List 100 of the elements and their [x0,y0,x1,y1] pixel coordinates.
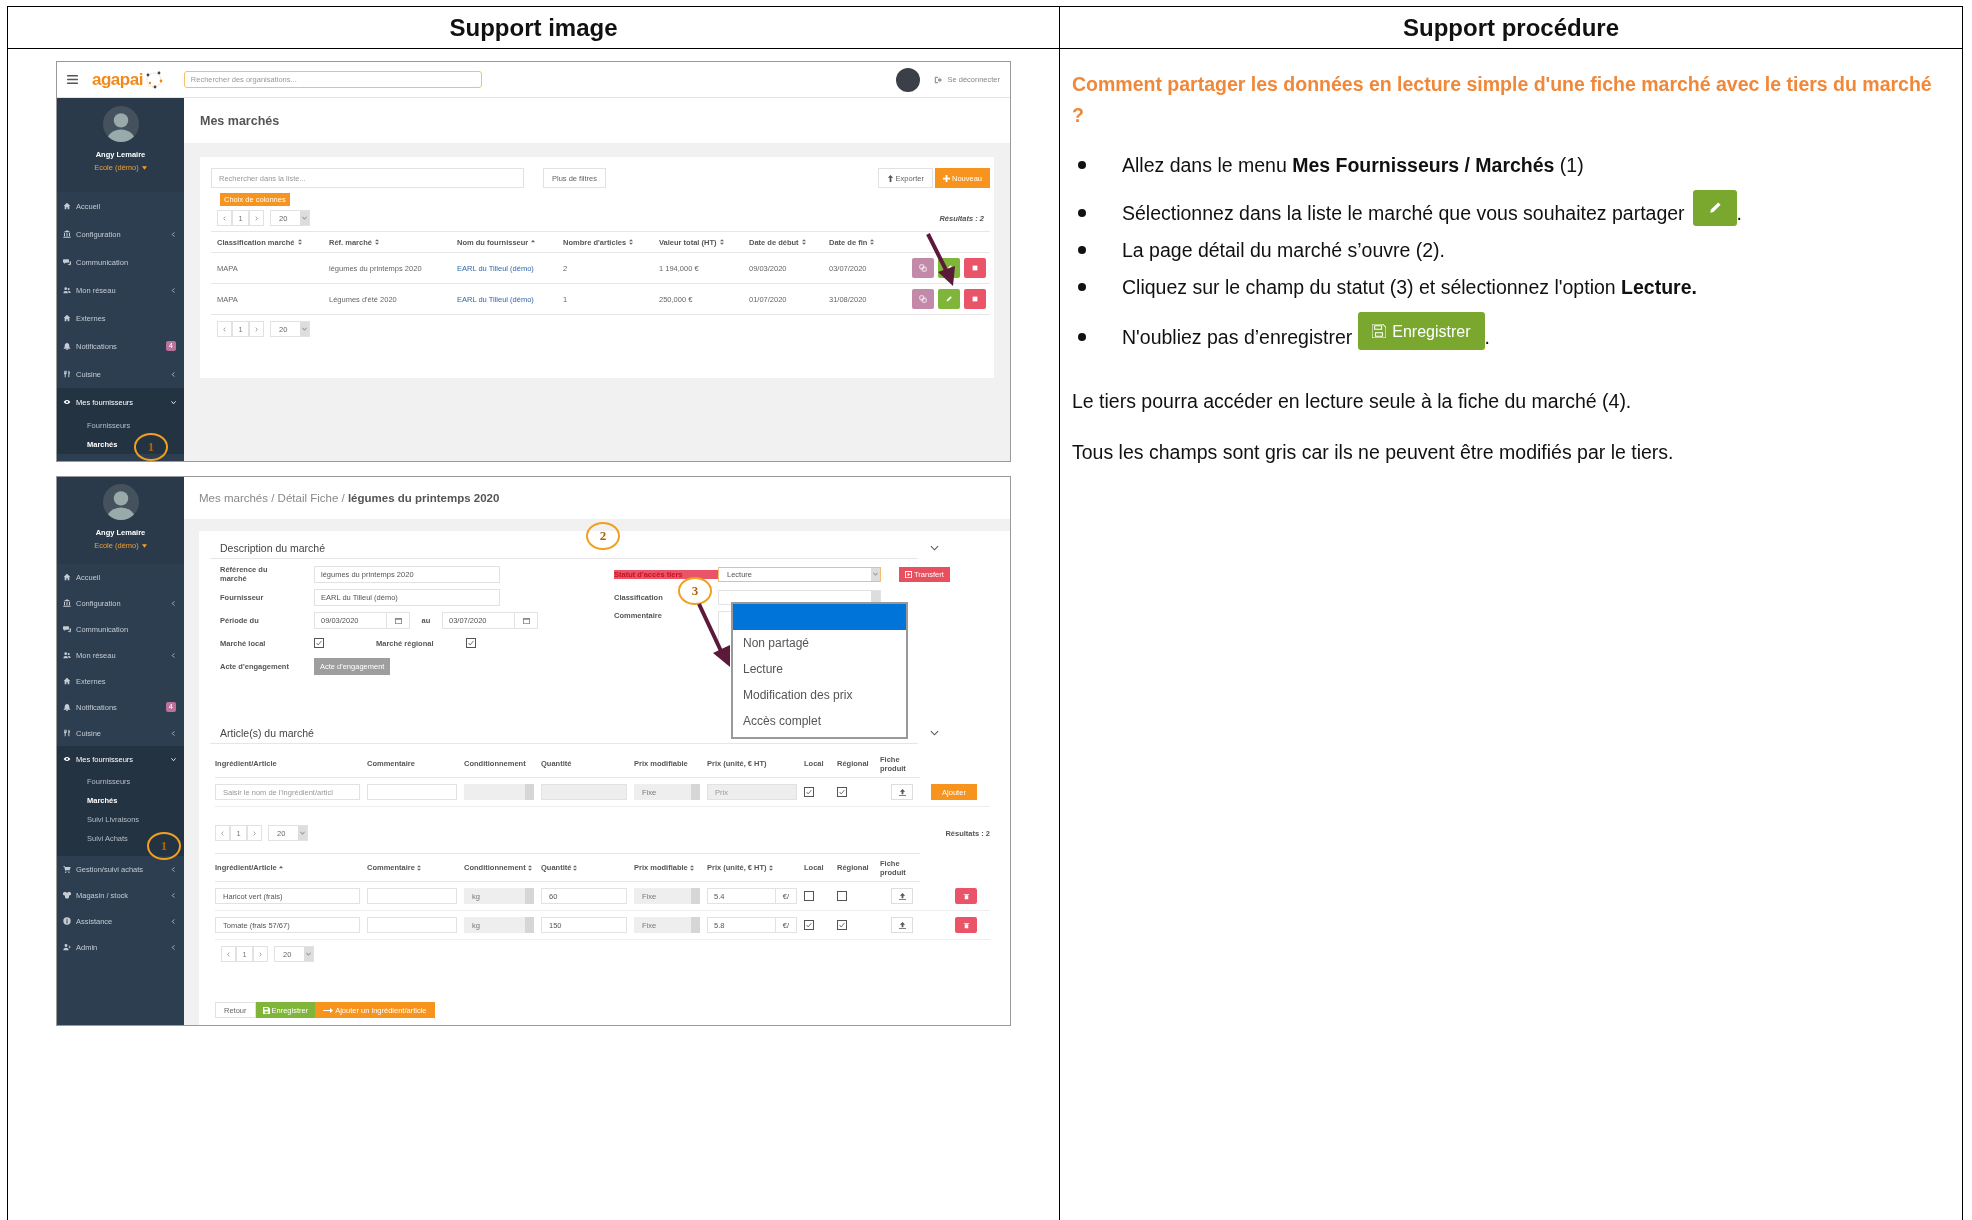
arrow [695,601,731,669]
duplicate-button[interactable] [912,258,934,278]
sort-icon [629,239,634,245]
procedure-title: Comment partager les données en lecture simple d'une fiche marché avec le tiers du marché ? [1072,72,1933,128]
avatar [102,484,139,520]
comment-field[interactable] [367,888,457,904]
caret-icon [873,572,878,576]
users-icon [63,286,71,294]
chevron-left-icon [171,287,176,293]
save-button-image: Enregistrer [1358,312,1485,350]
avatar[interactable] [896,67,921,92]
menu-icon[interactable] [67,75,78,84]
cubes-icon [63,891,71,899]
section-title: Description du marché [210,542,918,559]
duplicate-button[interactable] [912,289,934,309]
avatar [102,106,139,142]
chevron-right-icon [255,215,258,221]
chevron-left-icon [221,830,224,836]
callout-number: 2 [586,522,620,550]
checkbox[interactable] [466,638,476,648]
paragraph: Le tiers pourra accéder en lecture seule à la fiche du marché (4). [1072,390,1633,413]
checkbox[interactable] [804,787,814,797]
upload-button[interactable] [891,888,913,904]
chevron-right-icon [253,830,256,836]
step-text: Sélectionnez dans la liste le marché que vous souhaitez partager . [1122,190,1742,226]
chevron-right-icon [255,326,258,332]
trash-icon [962,892,970,900]
users-icon [63,651,71,659]
callout-number: 1 [147,832,181,860]
page-title: Mes marchés [200,113,280,128]
step-text: Cliquez sur le champ du statut (3) et sélectionnez l'option Lecture. [1122,275,1697,300]
copy-icon [919,264,927,272]
bullet-icon [1078,209,1086,217]
molecule-icon [143,69,164,90]
comment-field[interactable] [367,917,457,933]
column-heading: Support image [8,7,1060,49]
cutlery-icon [63,729,71,737]
sort-icon [801,239,806,245]
copy-icon [919,295,927,303]
dropdown-option[interactable]: Non partagé [733,630,906,656]
caret-icon [141,543,147,548]
checkbox[interactable] [837,891,847,901]
plus-icon [942,174,950,182]
upload-icon [898,892,906,900]
chevron-down-icon[interactable] [930,545,939,551]
paragraph: Tous les champs sont gris car ils ne peuvent être modifiés par le tiers. [1072,441,1675,464]
arrow-right-icon [323,1006,334,1014]
sort-icon [297,239,302,245]
upload-icon [886,174,894,182]
chevron-down-icon[interactable] [930,730,939,736]
dropdown-option[interactable]: Lecture [733,656,906,682]
bullet-icon [1078,246,1086,254]
calendar-icon [522,616,530,624]
bank-icon [63,599,71,607]
checkbox[interactable] [804,920,814,930]
chevron-left-icon [223,215,226,221]
checkbox[interactable] [804,891,814,901]
dropdown-option[interactable]: Modification des prix [733,682,906,708]
sort-icon [719,239,724,245]
edit-button[interactable] [938,289,960,309]
chat-icon [63,625,71,633]
bank-icon [63,230,71,238]
delete-button[interactable] [964,258,986,278]
trash-icon [962,921,970,929]
caret-icon [302,216,307,220]
chevron-left-icon [171,371,176,377]
chevron-down-icon [171,399,176,405]
checkbox[interactable] [837,920,847,930]
sort-icon [573,864,578,871]
user-add-icon [63,943,71,951]
delete-button[interactable] [955,917,977,933]
checkbox[interactable] [837,787,847,797]
step-text: Allez dans le menu Mes Fournisseurs / Marchés (1) [1122,153,1584,178]
quantity-field[interactable] [541,784,627,800]
sort-icon [870,239,875,245]
delete-button[interactable] [964,289,986,309]
info-icon [63,917,71,925]
cutlery-icon [63,370,71,378]
sort-icon [689,864,694,871]
chevron-left-icon [227,951,230,957]
sort-icon [527,864,532,871]
save-icon [1372,324,1387,338]
bullet-icon [1078,333,1086,341]
caret-icon [141,165,147,170]
sort-icon [374,239,379,245]
upload-button[interactable] [891,784,913,800]
delete-button[interactable] [955,888,977,904]
upload-icon [898,921,906,929]
checkbox[interactable] [314,638,324,648]
step-text: N'oubliez pas d’enregistrer Enregistrer . [1122,312,1490,350]
comment-field[interactable] [367,784,457,800]
caret-icon [306,952,311,956]
upload-button[interactable] [891,917,913,933]
eye-icon [63,755,71,763]
chevron-left-icon [171,944,176,950]
app-logo-text: agapai [92,69,143,90]
save-icon [262,1006,270,1014]
caret-icon [302,327,307,331]
chat-icon [63,258,71,266]
chevron-left-icon [171,231,176,237]
